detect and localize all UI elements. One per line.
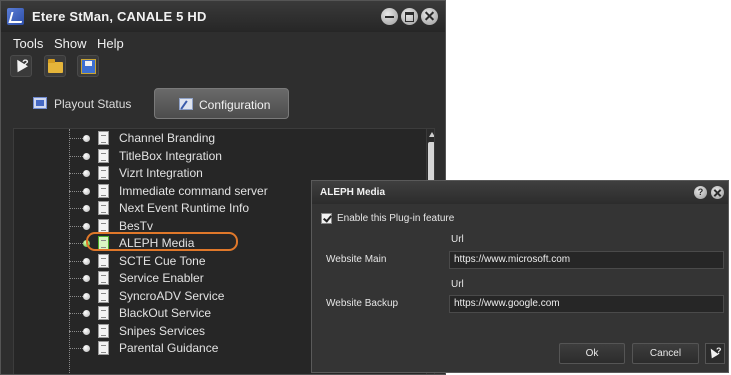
open-folder-button[interactable]	[44, 55, 66, 77]
save-icon	[81, 59, 96, 74]
maximize-button[interactable]	[401, 8, 418, 25]
tree-connector	[69, 260, 83, 262]
dialog-title: ALEPH Media	[320, 187, 386, 198]
tab-playout-label: Playout Status	[54, 97, 132, 111]
status-bullet-icon	[83, 345, 90, 352]
tree-connector	[69, 348, 83, 349]
scroll-up-icon[interactable]	[429, 132, 434, 137]
tree-item-label: SCTE Cue Tone	[119, 253, 206, 268]
config-icon	[179, 98, 193, 110]
status-bullet-icon	[83, 187, 90, 195]
document-icon	[98, 131, 109, 145]
minimize-button[interactable]	[381, 8, 398, 25]
tree-connector	[69, 313, 83, 314]
tree-item-label: Channel Branding	[119, 131, 216, 145]
status-bullet-icon	[83, 275, 90, 282]
status-bullet-icon	[83, 152, 90, 160]
window-title: Etere StMan, CANALE 5 HD	[32, 9, 207, 24]
context-help-button[interactable]: ?	[10, 55, 32, 77]
status-bullet-icon	[83, 327, 90, 335]
context-help-cursor-button[interactable]: ?	[705, 343, 725, 364]
document-icon	[98, 271, 109, 285]
dialog-help-button[interactable]: ?	[694, 186, 707, 199]
dialog-close-button[interactable]	[711, 186, 724, 199]
tab-configuration[interactable]: Configuration	[154, 88, 289, 119]
tree-connector	[69, 155, 83, 157]
tree-connector	[69, 295, 83, 297]
tab-playout-status[interactable]: Playout Status	[16, 88, 142, 119]
folder-icon	[48, 59, 63, 73]
document-icon	[98, 288, 109, 303]
menu-bar: Tools Show Help	[1, 34, 445, 52]
close-button[interactable]	[421, 8, 438, 25]
document-icon	[98, 148, 109, 163]
status-bullet-icon	[83, 135, 90, 142]
menu-show[interactable]: Show	[54, 36, 87, 51]
url-label-main: Url	[451, 234, 464, 245]
tree-connector	[69, 225, 83, 227]
tree-connector	[69, 190, 83, 192]
tree-item[interactable]: Channel Branding	[14, 130, 414, 147]
tree-item-label: SyncroADV Service	[119, 288, 225, 303]
tree-connector	[69, 173, 83, 174]
enable-plugin-checkbox[interactable]	[321, 213, 332, 224]
website-main-label: Website Main	[326, 254, 387, 265]
website-backup-label: Website Backup	[326, 298, 399, 309]
status-bullet-icon	[83, 205, 90, 212]
aleph-media-dialog: ALEPH Media ? Enable this Plug-in featur…	[311, 180, 729, 373]
tree-item-label: Parental Guidance	[119, 341, 219, 355]
document-icon	[98, 323, 109, 338]
tree-connector	[69, 330, 83, 332]
document-icon	[98, 201, 109, 215]
tree-connector	[69, 278, 83, 279]
tree-item[interactable]: TitleBox Integration	[14, 148, 414, 165]
tree-item-label: BesTv	[119, 218, 154, 233]
document-icon	[98, 183, 109, 198]
enable-plugin-label: Enable this Plug-in feature	[337, 213, 455, 224]
save-button[interactable]	[77, 55, 99, 77]
tree-item-label: Service Enabler	[119, 271, 204, 285]
website-backup-input[interactable]: https://www.google.com	[449, 295, 724, 313]
selection-highlight	[86, 232, 238, 251]
ok-button[interactable]: Ok	[559, 343, 625, 364]
tree-item-label: Next Event Runtime Info	[119, 201, 250, 215]
tab-configuration-label: Configuration	[199, 98, 271, 112]
url-label-backup: Url	[451, 279, 464, 290]
menu-help[interactable]: Help	[97, 36, 124, 51]
menu-tools[interactable]: Tools	[13, 36, 43, 51]
tree-item-label: Vizrt Integration	[119, 166, 203, 180]
monitor-icon	[33, 97, 47, 109]
tree-item-label: TitleBox Integration	[119, 148, 222, 163]
app-icon	[7, 8, 24, 25]
tree-connector	[69, 243, 83, 244]
document-icon	[98, 218, 109, 233]
maximize-icon	[405, 12, 414, 22]
title-bar: Etere StMan, CANALE 5 HD	[1, 1, 445, 32]
website-main-input[interactable]: https://www.microsoft.com	[449, 251, 724, 269]
tree-connector	[69, 208, 83, 209]
status-bullet-icon	[83, 292, 90, 300]
tree-item-label: BlackOut Service	[119, 306, 212, 320]
tree-item-label: Snipes Services	[119, 323, 206, 338]
check-icon	[323, 213, 332, 223]
document-icon	[98, 306, 109, 320]
status-bullet-icon	[83, 222, 90, 230]
document-icon	[98, 166, 109, 180]
cancel-button[interactable]: Cancel	[632, 343, 699, 364]
document-icon	[98, 341, 109, 355]
status-bullet-icon	[83, 310, 90, 317]
tree-connector	[69, 138, 83, 139]
dialog-title-bar: ALEPH Media ?	[312, 181, 728, 204]
status-bullet-icon	[83, 257, 90, 265]
minimize-icon	[385, 16, 394, 18]
tree-item-label: Immediate command server	[119, 183, 268, 198]
document-icon	[98, 253, 109, 268]
status-bullet-icon	[83, 170, 90, 177]
